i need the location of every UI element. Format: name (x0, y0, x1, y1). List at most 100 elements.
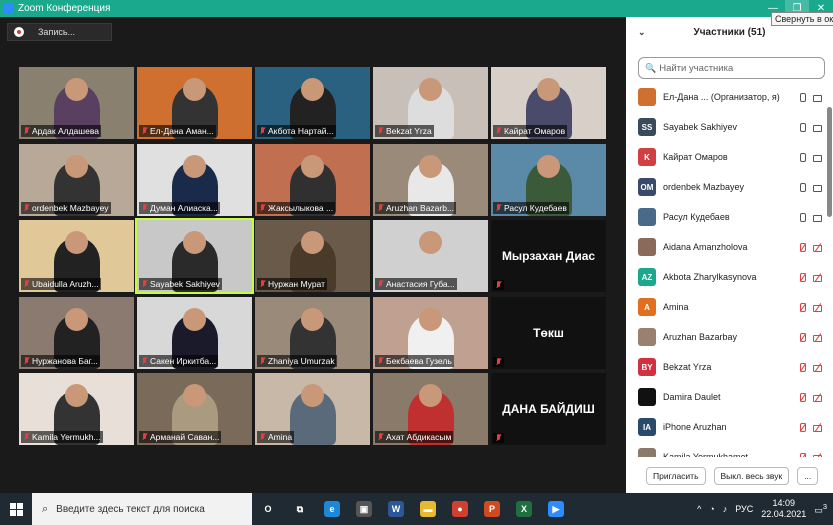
participant-row[interactable]: OM ordenbek Mazbayey (626, 172, 826, 202)
mic-muted-icon[interactable] (798, 242, 807, 252)
camera-off-icon[interactable] (813, 243, 822, 252)
powerpoint-icon[interactable]: P (476, 493, 508, 525)
mic-icon[interactable] (798, 182, 807, 192)
video-tile[interactable]: Ел-Дана Аман... (137, 67, 252, 139)
network-icon[interactable]: ◔ (709, 504, 714, 514)
participant-row[interactable]: IA iPhone Aruzhan (626, 412, 826, 442)
participant-row[interactable]: Aidana Amanzholova (626, 232, 826, 262)
mic-icon[interactable] (798, 152, 807, 162)
camera-icon[interactable] (813, 123, 822, 132)
camera-off-icon[interactable] (813, 453, 822, 457)
video-tile[interactable]: Aruzhan Bazarb... (373, 144, 488, 216)
mic-muted-icon[interactable] (798, 392, 807, 402)
video-tile[interactable]: Kamila Yermukh... (19, 373, 134, 445)
tile-name-label: Sayabek Sakhiyev (139, 278, 222, 290)
camera-off-icon[interactable] (813, 363, 822, 372)
store-icon[interactable]: ▣ (348, 493, 380, 525)
notification-count: 3 (822, 502, 827, 511)
video-tile[interactable]: Ахат Абдикасым (373, 373, 488, 445)
video-tile[interactable]: Арманай Саван... (137, 373, 252, 445)
camera-icon[interactable] (813, 213, 822, 222)
video-tile[interactable]: Акбота Нартай... (255, 67, 370, 139)
participant-row[interactable]: Ел-Дана ... (Организатор, я) (626, 82, 826, 112)
participant-row[interactable]: K Кайрат Омаров (626, 142, 826, 172)
camera-off-icon[interactable] (813, 273, 822, 282)
video-tile[interactable]: Сакен Иркитба... (137, 297, 252, 369)
video-tile[interactable]: ДАНА БАЙДИШ (491, 373, 606, 445)
tray-arrow-icon[interactable]: ^ (697, 504, 701, 514)
video-tile[interactable]: Amina (255, 373, 370, 445)
avatar: OM (638, 178, 656, 196)
participant-row[interactable]: A Amina (626, 292, 826, 322)
mic-muted-icon[interactable] (798, 272, 807, 282)
language-indicator[interactable]: РУС (735, 504, 753, 514)
participant-row[interactable]: Damira Daulet (626, 382, 826, 412)
video-tile[interactable]: Думан Алиаска... (137, 144, 252, 216)
participant-row[interactable]: Aruzhan Bazarbay (626, 322, 826, 352)
video-tile[interactable]: Bekzat Yrza (373, 67, 488, 139)
taskbar-search-input[interactable]: ⌕ Введите здесь текст для поиска (32, 493, 252, 525)
camera-off-icon[interactable] (813, 333, 822, 342)
mic-muted-icon[interactable] (798, 452, 807, 457)
participant-row[interactable]: BY Bekzat Yrza (626, 352, 826, 382)
video-tile[interactable]: ordenbek Mazbayey (19, 144, 134, 216)
mic-muted-icon[interactable] (798, 302, 807, 312)
cortana-icon[interactable]: O (252, 493, 284, 525)
volume-icon[interactable]: ♪ (723, 504, 728, 514)
clock-date: 22.04.2021 (761, 509, 807, 519)
notification-center-icon[interactable]: ▭3 (814, 502, 827, 516)
chrome-icon[interactable]: ● (444, 493, 476, 525)
video-tile[interactable]: Ubaidulla Aruzh... (19, 220, 134, 292)
clock[interactable]: 14:09 22.04.2021 (761, 498, 806, 520)
participant-row[interactable]: Kamila Yermukhamet... (626, 442, 826, 457)
system-tray: ^ ◔ ♪ РУС 14:09 22.04.2021 ▭3 (697, 498, 833, 520)
video-tile[interactable]: Төкш (491, 297, 606, 369)
zoom-icon[interactable]: ▶ (540, 493, 572, 525)
participants-title: Участники (51) (693, 26, 766, 38)
tile-name-label: Bekzat Yrza (375, 125, 434, 137)
invite-button[interactable]: Пригласить (646, 467, 706, 485)
video-tile[interactable]: Sayabek Sakhiyev (135, 218, 254, 294)
participant-list-name: Aruzhan Bazarbay (663, 332, 738, 342)
excel-icon[interactable]: X (508, 493, 540, 525)
record-button[interactable]: Запись... (7, 23, 112, 41)
camera-off-icon[interactable] (813, 393, 822, 402)
more-button[interactable]: ... (797, 467, 819, 485)
search-icon: ⌕ (42, 502, 49, 515)
camera-off-icon[interactable] (813, 423, 822, 432)
mic-muted-icon[interactable] (798, 362, 807, 372)
edge-icon[interactable]: e (316, 493, 348, 525)
chevron-down-icon[interactable]: ⌄ (638, 27, 646, 38)
video-tile[interactable]: Жаксылыкова ... (255, 144, 370, 216)
file-explorer-icon[interactable]: ▬ (412, 493, 444, 525)
mic-icon[interactable] (798, 92, 807, 102)
start-button[interactable] (0, 493, 32, 525)
participant-search-input[interactable]: 🔍 Найти участника (638, 57, 825, 79)
mic-muted-icon[interactable] (798, 332, 807, 342)
video-tile[interactable]: Zhaniya Umurzak (255, 297, 370, 369)
video-tile[interactable]: Анастасия Губа... (373, 220, 488, 292)
mute-all-button[interactable]: Выкл. весь звук (713, 467, 790, 485)
video-tile[interactable]: Нуржанова Баг... (19, 297, 134, 369)
video-tile[interactable]: Ардак Алдашева (19, 67, 134, 139)
participant-name: Арманай Саван... (150, 432, 220, 442)
participant-row[interactable]: Расул Кудебаев (626, 202, 826, 232)
camera-icon[interactable] (813, 153, 822, 162)
video-tile[interactable]: Мырзахан Диас (491, 220, 606, 292)
camera-icon[interactable] (813, 183, 822, 192)
mic-icon[interactable] (798, 212, 807, 222)
participant-row[interactable]: AZ Akbota Zharylkasynova (626, 262, 826, 292)
participant-row[interactable]: SS Sayabek Sakhiyev (626, 112, 826, 142)
mic-muted-icon[interactable] (798, 422, 807, 432)
participant-list-scrollbar[interactable] (827, 107, 832, 217)
video-tile[interactable]: Бекбаева Гузель (373, 297, 488, 369)
video-tile[interactable]: Нуржан Мурат (255, 220, 370, 292)
task-view-icon[interactable]: ⧉ (284, 493, 316, 525)
video-tile[interactable]: Расул Кудебаев (491, 144, 606, 216)
camera-icon[interactable] (813, 93, 822, 102)
video-tile[interactable]: Кайрат Омаров (491, 67, 606, 139)
mic-icon[interactable] (798, 122, 807, 132)
tile-name-label: Нуржан Мурат (257, 278, 327, 290)
camera-off-icon[interactable] (813, 303, 822, 312)
word-icon[interactable]: W (380, 493, 412, 525)
